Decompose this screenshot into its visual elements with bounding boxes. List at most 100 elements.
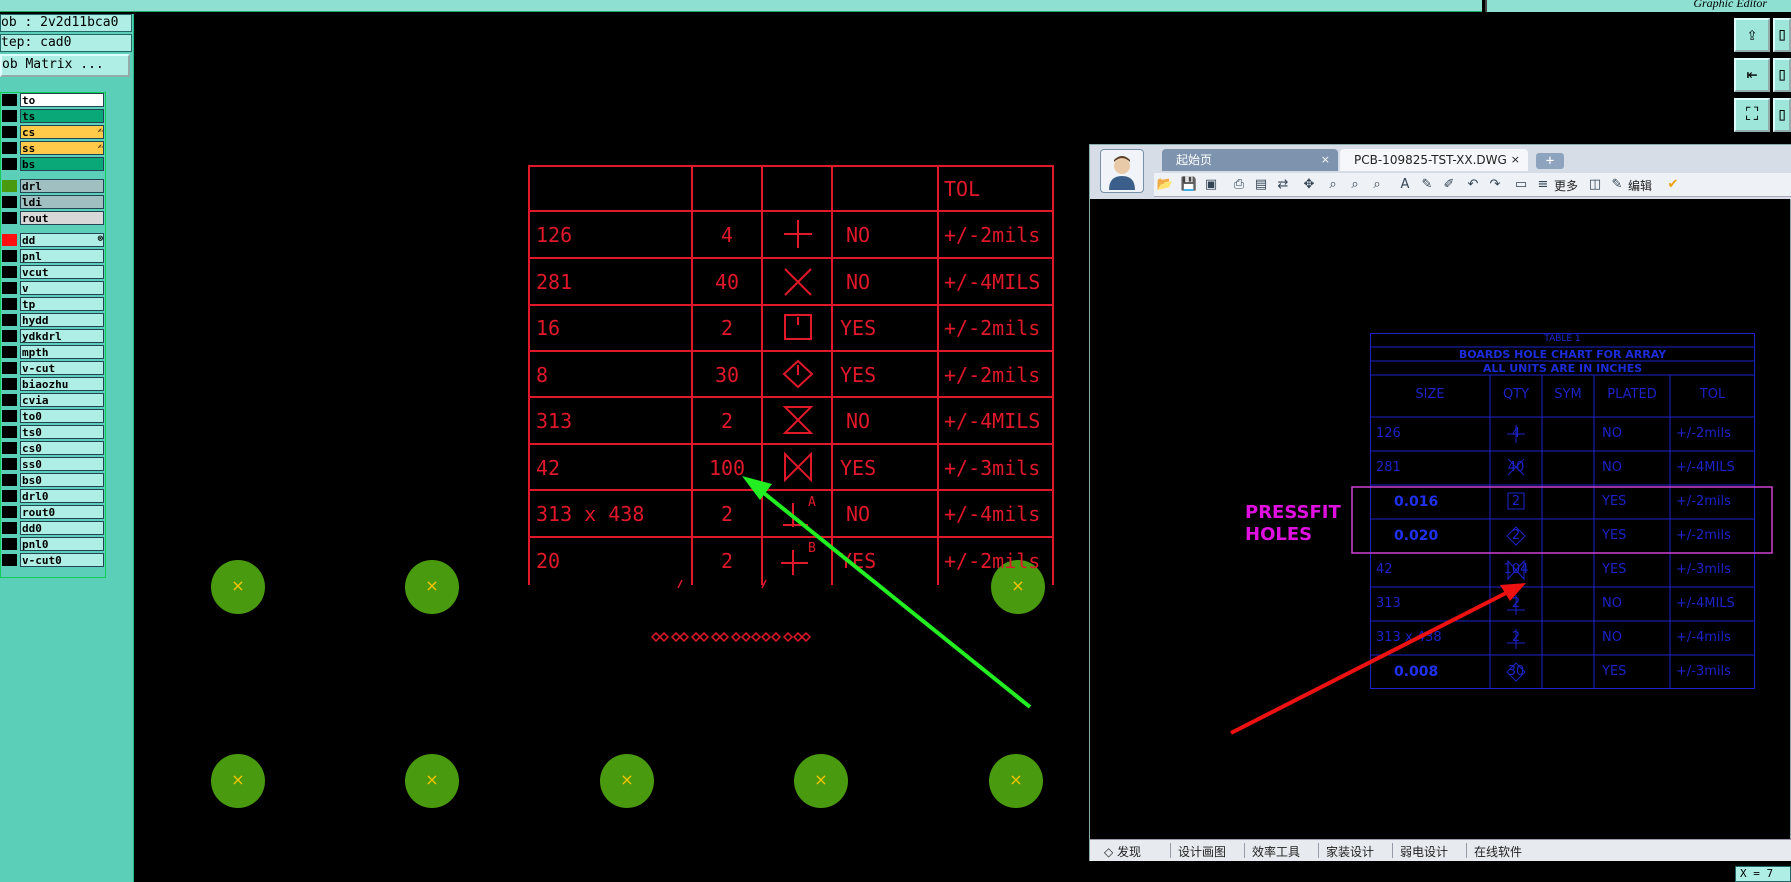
layer-color-swatch[interactable] [2, 346, 17, 358]
layer-color-swatch[interactable] [2, 490, 17, 502]
fit-screen-icon[interactable]: ⛶ [1734, 98, 1770, 132]
layer-name[interactable]: pnl [20, 249, 104, 263]
redo-icon[interactable]: ↷ [1486, 176, 1504, 194]
layer-row[interactable]: bs [1, 157, 105, 171]
close-icon[interactable]: × [1511, 149, 1520, 171]
layer-color-swatch[interactable] [2, 458, 17, 470]
zoom-extents-icon[interactable]: ⌕ [1368, 176, 1386, 194]
print-icon[interactable]: ⎙ [1230, 176, 1248, 194]
text-icon[interactable]: A [1396, 176, 1414, 194]
drill-pad[interactable]: × [794, 754, 848, 808]
layer-color-swatch[interactable] [2, 554, 17, 566]
more-icon[interactable]: ≡ [1534, 176, 1552, 194]
layer-name[interactable]: mpth [20, 345, 104, 359]
bottom-menu-item[interactable]: 设计画图 [1178, 843, 1226, 860]
layer-row[interactable]: ydkdrl [1, 329, 105, 343]
layer-color-swatch[interactable] [2, 522, 17, 534]
layer-row[interactable]: ts [1, 109, 105, 123]
bottom-menu-item[interactable]: ◇ 发现 [1104, 843, 1141, 860]
layer-name[interactable]: cs0 [20, 441, 104, 455]
layer-color-swatch[interactable] [2, 110, 17, 122]
drill-pad[interactable]: × [211, 754, 265, 808]
avatar-icon[interactable] [1100, 149, 1144, 193]
layer-name[interactable]: hydd [20, 313, 104, 327]
layer-color-swatch[interactable] [2, 474, 17, 486]
layer-color-swatch[interactable] [2, 282, 17, 294]
drill-pad[interactable]: × [211, 560, 265, 614]
undo-icon[interactable]: ↶ [1464, 176, 1482, 194]
measure-icon[interactable]: ▭ [1512, 176, 1530, 194]
drill-pad[interactable]: × [405, 560, 459, 614]
tool-icon[interactable]: ▯ [1773, 98, 1791, 132]
layer-color-swatch[interactable] [2, 250, 17, 262]
open-icon[interactable]: 📂 [1156, 176, 1174, 194]
save-icon[interactable]: 💾 [1180, 176, 1198, 194]
tool-icon[interactable]: ▯ [1773, 58, 1791, 92]
layer-color-swatch[interactable] [2, 314, 17, 326]
layer-name[interactable]: ts0 [20, 425, 104, 439]
layer-name[interactable]: drl [20, 179, 104, 193]
add-tab-button[interactable]: + [1536, 153, 1564, 169]
layer-name[interactable]: bs [20, 157, 104, 171]
layer-color-swatch[interactable] [2, 506, 17, 518]
tab-file[interactable]: PCB-109825-TST-XX.DWG × [1340, 149, 1528, 171]
zoom-window-icon[interactable]: ⌕ [1346, 176, 1364, 194]
edit-label[interactable]: 编辑 [1628, 177, 1652, 194]
layer-row[interactable]: ldi [1, 195, 105, 209]
import-icon[interactable]: ⇤ [1734, 58, 1770, 92]
layer-color-swatch[interactable] [2, 394, 17, 406]
layer-color-swatch[interactable] [2, 158, 17, 170]
layer-name[interactable]: tp [20, 297, 104, 311]
layer-row[interactable]: cs ✍ [1, 125, 105, 139]
layer-color-swatch[interactable] [2, 266, 17, 278]
layer-row[interactable]: ss0 [1, 457, 105, 471]
layer-color-swatch[interactable] [2, 378, 17, 390]
layer-row[interactable]: v-cut0 [1, 553, 105, 567]
job-matrix-button[interactable]: ob Matrix ... [0, 54, 130, 77]
layer-name[interactable]: biaozhu [20, 377, 104, 391]
layer-name[interactable]: ydkdrl [20, 329, 104, 343]
layer-color-swatch[interactable] [2, 426, 17, 438]
bottom-menu-item[interactable]: 在线软件 [1474, 843, 1522, 860]
layer-name[interactable]: rout [20, 211, 104, 225]
bottom-menu-item[interactable]: 家装设计 [1326, 843, 1374, 860]
layer-row[interactable]: pnl0 [1, 537, 105, 551]
drill-pad[interactable]: × [600, 754, 654, 808]
layer-row[interactable]: v [1, 281, 105, 295]
layer-color-swatch[interactable] [2, 330, 17, 342]
layer-name[interactable]: v-cut [20, 361, 104, 375]
more-label[interactable]: 更多 [1554, 177, 1578, 194]
layer-name[interactable]: ss [20, 141, 104, 155]
bottom-menu-item[interactable]: 效率工具 [1252, 843, 1300, 860]
layer-row[interactable]: drl [1, 179, 105, 193]
layer-row[interactable]: cvia [1, 393, 105, 407]
layer-name[interactable]: to [20, 93, 104, 107]
highlight-icon[interactable]: ✐ [1440, 176, 1458, 194]
layer-row[interactable]: to [1, 93, 105, 107]
layer-color-swatch[interactable] [2, 538, 17, 550]
pan-icon[interactable]: ✥ [1300, 176, 1318, 194]
tool-icon[interactable]: ▯ [1773, 18, 1791, 52]
layer-row[interactable]: to0 [1, 409, 105, 423]
layer-name[interactable]: bs0 [20, 473, 104, 487]
layer-color-swatch[interactable] [2, 298, 17, 310]
layer-color-swatch[interactable] [2, 126, 17, 138]
tab-home[interactable]: 起始页 × [1162, 149, 1338, 171]
layer-name[interactable]: cs [20, 125, 104, 139]
zoom-icon[interactable]: ⌕ [1324, 176, 1342, 194]
layer-name[interactable]: cvia [20, 393, 104, 407]
layer-name[interactable]: ldi [20, 195, 104, 209]
layer-row[interactable]: dd ⊗ [1, 233, 105, 247]
layer-color-swatch[interactable] [2, 410, 17, 422]
layer-row[interactable]: drl0 [1, 489, 105, 503]
layer-color-swatch[interactable] [2, 212, 17, 224]
layer-row[interactable]: cs0 [1, 441, 105, 455]
layer-row[interactable]: ss ✍ [1, 141, 105, 155]
pen-icon[interactable]: ✎ [1418, 176, 1436, 194]
layer-color-swatch[interactable] [2, 362, 17, 374]
layer-name[interactable]: vcut [20, 265, 104, 279]
edit-icon[interactable]: ✎ [1608, 176, 1626, 194]
layer-name[interactable]: to0 [20, 409, 104, 423]
layer-name[interactable]: v-cut0 [20, 553, 104, 567]
layers-icon[interactable]: ◫ [1586, 176, 1604, 194]
